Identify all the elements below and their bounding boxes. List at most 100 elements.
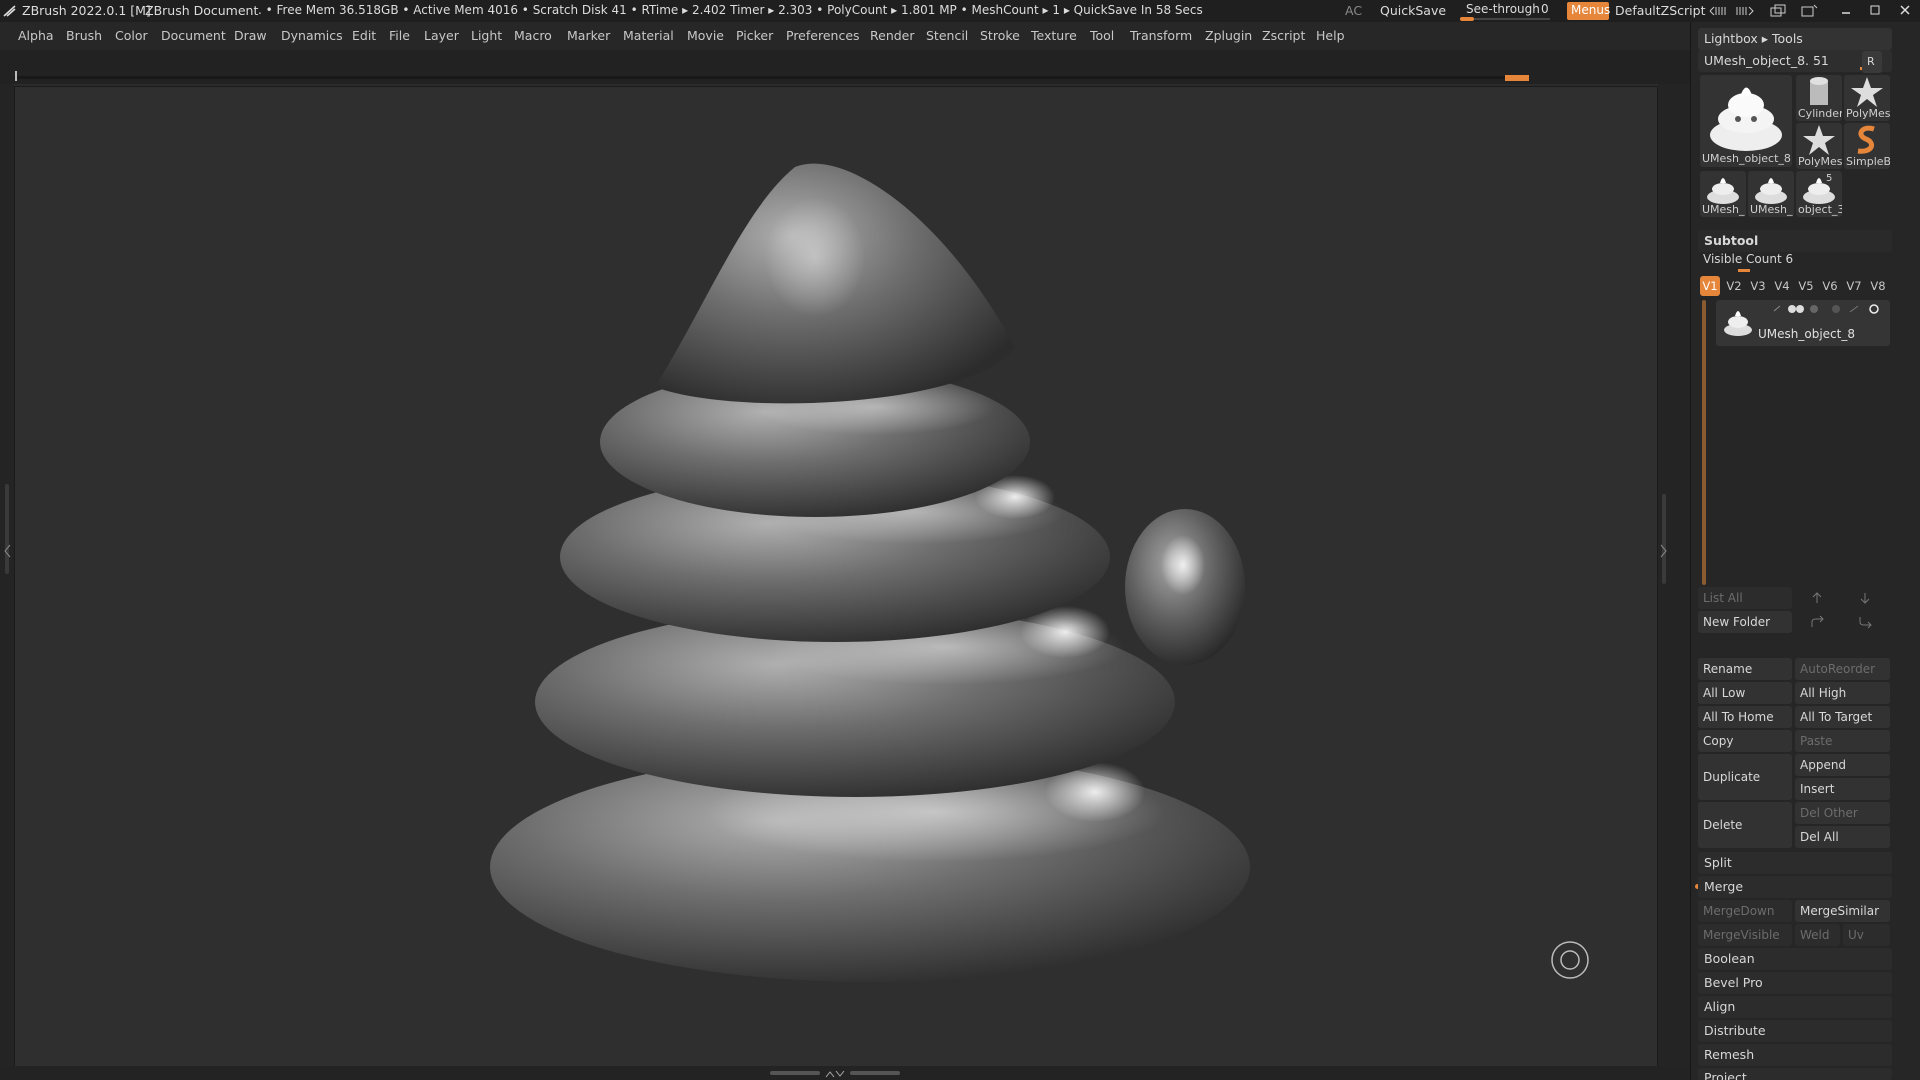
bottom-tray-grip-left[interactable]: [770, 1071, 820, 1075]
left-tray-grip[interactable]: [5, 484, 9, 574]
menu-stencil[interactable]: Stencil: [926, 28, 968, 43]
copy-window-icon[interactable]: [1770, 4, 1788, 18]
duplicate-button[interactable]: Duplicate: [1698, 754, 1792, 800]
menu-dynamics[interactable]: Dynamics: [281, 28, 343, 43]
document-canvas[interactable]: [14, 86, 1658, 1068]
left-tray[interactable]: [0, 84, 14, 1080]
menu-movie[interactable]: Movie: [687, 28, 724, 43]
menu-transform[interactable]: Transform: [1130, 28, 1192, 43]
menu-picker[interactable]: Picker: [736, 28, 773, 43]
delete-button[interactable]: Delete: [1698, 802, 1792, 848]
minimize-icon[interactable]: [1840, 5, 1852, 17]
default-zscript-button[interactable]: DefaultZScript: [1615, 3, 1706, 18]
left-tray-arrow-icon[interactable]: [3, 544, 11, 558]
maximize-icon[interactable]: [1869, 4, 1881, 16]
menu-stroke[interactable]: Stroke: [980, 28, 1020, 43]
new-folder-button[interactable]: New Folder: [1698, 611, 1792, 633]
bottom-tray[interactable]: [0, 1066, 1690, 1080]
ac-toggle[interactable]: AC: [1345, 3, 1362, 18]
menu-preferences[interactable]: Preferences: [786, 28, 860, 43]
menu-draw[interactable]: Draw: [234, 28, 267, 43]
menu-edit[interactable]: Edit: [352, 28, 376, 43]
bottom-tray-arrows-icon[interactable]: [824, 1068, 846, 1078]
uv-toggle[interactable]: Uv: [1843, 924, 1890, 946]
version-tab-v6[interactable]: V6: [1820, 276, 1840, 296]
merge-similar-button[interactable]: MergeSimilar: [1795, 900, 1890, 922]
version-tab-v1[interactable]: V1: [1700, 276, 1720, 296]
restore-window-icon[interactable]: [1800, 4, 1818, 18]
auto-reorder-button[interactable]: AutoReorder: [1795, 658, 1890, 680]
subtool-header[interactable]: Subtool: [1698, 230, 1892, 252]
move-down-icon[interactable]: [1858, 591, 1872, 605]
visible-count-slider[interactable]: Visible Count 6: [1703, 252, 1793, 266]
insert-button[interactable]: Insert: [1795, 778, 1890, 800]
version-tab-v8[interactable]: V8: [1868, 276, 1888, 296]
right-tray-grip[interactable]: [1662, 494, 1666, 584]
subtool-options-icons[interactable]: [1770, 303, 1890, 315]
menus-button[interactable]: Menus: [1567, 2, 1610, 20]
version-tab-v4[interactable]: V4: [1772, 276, 1792, 296]
menu-color[interactable]: Color: [115, 28, 148, 43]
right-tray[interactable]: [1658, 84, 1690, 1080]
subtool-list-scrollbar[interactable]: [1702, 300, 1706, 585]
tool-thumb-umesh-b[interactable]: UMesh_: [1748, 171, 1794, 217]
tool-thumb-umesh-a[interactable]: UMesh_: [1700, 171, 1746, 217]
folder-up-icon[interactable]: [1810, 615, 1826, 629]
boolean-section[interactable]: Boolean: [1698, 948, 1892, 970]
menu-marker[interactable]: Marker: [567, 28, 610, 43]
menu-macro[interactable]: Macro: [514, 28, 552, 43]
bevel-pro-section[interactable]: Bevel Pro: [1698, 972, 1892, 994]
menu-document[interactable]: Document: [161, 28, 226, 43]
menu-help[interactable]: Help: [1316, 28, 1345, 43]
version-tab-v7[interactable]: V7: [1844, 276, 1864, 296]
tool-thumb-object-3[interactable]: 5 object_3: [1796, 171, 1842, 217]
r-button[interactable]: R: [1862, 51, 1882, 73]
quicksave-button[interactable]: QuickSave: [1380, 3, 1446, 18]
del-all-button[interactable]: Del All: [1795, 826, 1890, 848]
right-tray-arrow-icon[interactable]: [1660, 544, 1668, 558]
see-through-handle[interactable]: [1460, 17, 1474, 21]
all-high-button[interactable]: All High: [1795, 682, 1890, 704]
menu-material[interactable]: Material: [623, 28, 674, 43]
merge-visible-button[interactable]: MergeVisible: [1698, 924, 1792, 946]
menu-layer[interactable]: Layer: [424, 28, 459, 43]
weld-toggle[interactable]: Weld: [1795, 924, 1840, 946]
menu-tool[interactable]: Tool: [1090, 28, 1114, 43]
folder-down-icon[interactable]: [1858, 615, 1874, 629]
merge-down-button[interactable]: MergeDown: [1698, 900, 1792, 922]
close-icon[interactable]: [1899, 4, 1911, 16]
timeline-handle[interactable]: [1505, 75, 1529, 81]
version-tab-v5[interactable]: V5: [1796, 276, 1816, 296]
align-section[interactable]: Align: [1698, 996, 1892, 1018]
menu-texture[interactable]: Texture: [1031, 28, 1077, 43]
merge-section[interactable]: Merge: [1698, 876, 1892, 898]
menu-render[interactable]: Render: [870, 28, 915, 43]
tool-thumb-polymesh-a[interactable]: PolyMes: [1844, 75, 1890, 121]
subtool-item[interactable]: UMesh_object_8: [1716, 300, 1890, 346]
gizmo-circle-icon[interactable]: [1549, 939, 1591, 981]
move-up-icon[interactable]: [1810, 591, 1824, 605]
version-tab-v2[interactable]: V2: [1724, 276, 1744, 296]
timeline-track[interactable]: [14, 76, 1514, 79]
bottom-tray-grip-right[interactable]: [850, 1071, 900, 1075]
tool-thumb-umesh-object-8[interactable]: UMesh_object_8: [1700, 75, 1792, 167]
remesh-section[interactable]: Remesh: [1698, 1044, 1892, 1066]
tool-thumb-cylinder[interactable]: Cylinder: [1796, 75, 1842, 121]
del-other-button[interactable]: Del Other: [1795, 802, 1890, 824]
lightbox-tools-header[interactable]: Lightbox ▸ Tools: [1698, 28, 1892, 50]
see-through-slider[interactable]: See-through 0: [1460, 2, 1550, 21]
paste-button[interactable]: Paste: [1795, 730, 1890, 752]
menu-brush[interactable]: Brush: [66, 28, 102, 43]
rename-button[interactable]: Rename: [1698, 658, 1792, 680]
menu-light[interactable]: Light: [471, 28, 502, 43]
split-section[interactable]: Split: [1698, 852, 1892, 874]
menu-alpha[interactable]: Alpha: [18, 28, 54, 43]
list-all-button[interactable]: List All: [1698, 587, 1792, 609]
visible-count-handle[interactable]: [1738, 269, 1750, 272]
project-section[interactable]: Project: [1698, 1068, 1892, 1080]
tool-thumb-polymesh-b[interactable]: PolyMes: [1796, 123, 1842, 169]
version-tab-v3[interactable]: V3: [1748, 276, 1768, 296]
panel-right-icon[interactable]: [1735, 5, 1755, 17]
menu-zplugin[interactable]: Zplugin: [1205, 28, 1252, 43]
distribute-section[interactable]: Distribute: [1698, 1020, 1892, 1042]
